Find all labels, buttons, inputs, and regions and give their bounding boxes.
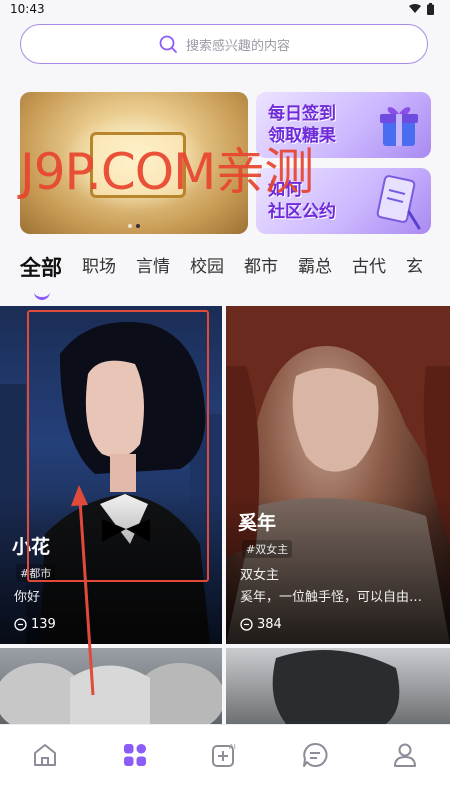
search-bar[interactable]: 搜索感兴趣的内容 xyxy=(20,24,428,64)
character-subtitle: 双女主 xyxy=(240,568,280,583)
comment-count-value: 139 xyxy=(31,617,56,632)
status-icons xyxy=(409,3,434,15)
tab-urban[interactable]: 都市 xyxy=(244,252,278,292)
profile-icon xyxy=(394,743,416,767)
tab-all[interactable]: 全部 xyxy=(20,252,62,300)
tab-workplace[interactable]: 职场 xyxy=(82,252,116,292)
comment-icon xyxy=(14,618,27,631)
nav-profile[interactable] xyxy=(385,735,425,775)
character-tag: #双女主 xyxy=(242,540,293,558)
tab-campus[interactable]: 校园 xyxy=(190,252,224,292)
comment-count: 384 xyxy=(240,617,282,632)
discover-icon xyxy=(124,744,146,766)
annotation-box xyxy=(27,310,209,582)
comment-count: 139 xyxy=(14,617,56,632)
tab-fantasy[interactable]: 玄 xyxy=(406,252,423,292)
status-bar: 10:43 xyxy=(0,0,450,20)
svg-text:AI: AI xyxy=(229,743,236,751)
nav-discover[interactable] xyxy=(115,735,155,775)
tab-romance[interactable]: 言情 xyxy=(136,252,170,292)
nav-chat[interactable] xyxy=(295,735,335,775)
watermark-text: J9P.COM亲测 xyxy=(20,143,314,201)
character-portrait xyxy=(272,650,400,724)
status-time: 10:43 xyxy=(10,2,45,16)
battery-icon xyxy=(427,3,434,15)
checkin-line-1: 每日签到 xyxy=(268,104,336,124)
character-card[interactable] xyxy=(0,648,222,724)
comment-icon xyxy=(240,618,253,631)
tab-ceo[interactable]: 霸总 xyxy=(298,252,332,292)
bottom-nav: AI xyxy=(0,724,450,801)
nav-ai-create[interactable]: AI xyxy=(205,735,245,775)
category-tabs: 全部 职场 言情 校园 都市 霸总 古代 玄 xyxy=(20,252,423,300)
search-placeholder: 搜索感兴趣的内容 xyxy=(185,38,290,54)
nav-home[interactable] xyxy=(25,735,65,775)
tab-ancient[interactable]: 古代 xyxy=(352,252,386,292)
character-card[interactable] xyxy=(226,648,450,724)
carousel-dots xyxy=(20,224,248,228)
character-card[interactable]: 奚年 #双女主 双女主 奚年，一位触手怪，可以自由… 384 xyxy=(226,306,450,644)
search-icon xyxy=(159,35,177,53)
character-desc: 你好 xyxy=(14,590,41,605)
wifi-icon xyxy=(409,4,421,13)
rules-line-2: 社区公约 xyxy=(268,202,336,222)
character-portrait xyxy=(0,663,222,724)
home-icon xyxy=(34,744,56,766)
character-desc: 奚年，一位触手怪，可以自由… xyxy=(240,590,423,605)
character-name: 奚年 xyxy=(238,512,277,534)
ai-create-icon: AI xyxy=(212,743,236,767)
chat-icon xyxy=(303,742,328,767)
comment-count-value: 384 xyxy=(257,617,282,632)
